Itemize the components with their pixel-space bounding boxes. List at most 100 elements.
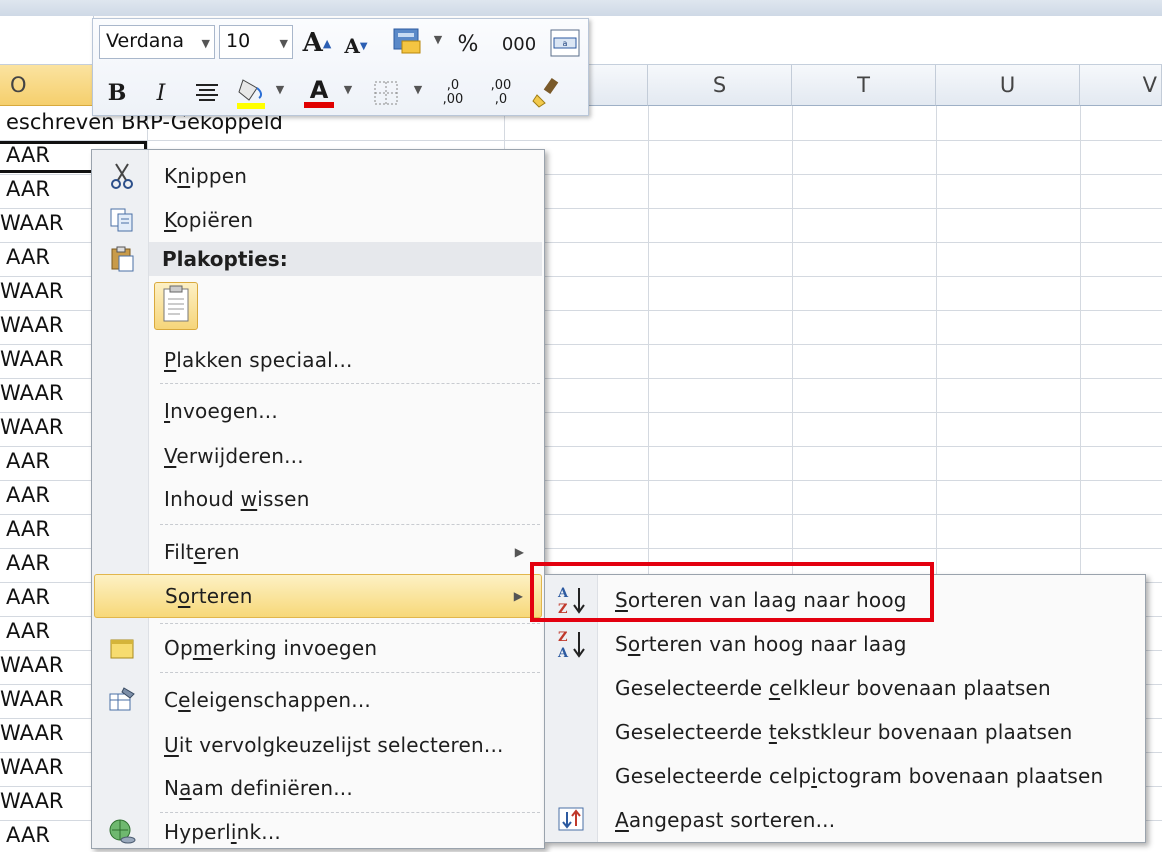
submenu-item-label: Geselecteerde celpictogram bovenaan plaa…	[615, 764, 1104, 788]
comment-icon	[110, 639, 134, 659]
increase-decimal-top: ,0	[446, 78, 460, 93]
menu-item-pick-from-list[interactable]: Uit vervolgkeuzelijst selecteren...	[94, 725, 542, 765]
chevron-down-icon[interactable]: ▼	[341, 83, 355, 96]
decrease-decimal-button[interactable]: ,00 ,0	[481, 75, 521, 111]
menu-separator	[160, 524, 540, 525]
menu-item-label: Knippen	[164, 164, 248, 188]
percent-button[interactable]: %	[453, 29, 483, 59]
menu-item-label: Verwijderen...	[164, 444, 304, 468]
submenu-arrow-icon: ▶	[514, 545, 524, 559]
menu-item-sort[interactable]: Sorteren ▶	[94, 574, 542, 618]
chevron-down-icon[interactable]: ▼	[280, 37, 288, 50]
cell[interactable]: AAR	[6, 449, 50, 473]
italic-button[interactable]: I	[147, 77, 175, 109]
paste-icon	[111, 246, 134, 272]
up-arrow-icon: ▲	[322, 36, 332, 50]
cell[interactable]: AAR	[6, 619, 50, 643]
shrink-font-button[interactable]: A ▼	[341, 31, 371, 61]
menu-separator	[160, 672, 540, 673]
paste-option-button[interactable]	[154, 282, 198, 330]
borders-button[interactable]	[369, 77, 403, 109]
merge-center-button[interactable]: a	[548, 27, 582, 59]
submenu-item-sort-descending[interactable]: Z A Sorteren van hoog naar laag	[547, 623, 1143, 665]
svg-text:a: a	[563, 39, 568, 48]
align-center-button[interactable]	[191, 77, 223, 109]
menu-separator	[160, 623, 540, 624]
menu-item-insert-comment[interactable]: Opmerking invoegen	[94, 628, 542, 668]
grow-font-button[interactable]: A ▲	[301, 27, 333, 59]
cell[interactable]: WAAR	[0, 279, 64, 303]
submenu-arrow-icon: ▶	[513, 589, 523, 603]
globe-link-icon	[109, 819, 136, 844]
thousands-separator-button[interactable]: 000	[499, 29, 539, 59]
cell[interactable]: WAAR	[0, 313, 64, 337]
cell[interactable]: AAR	[6, 551, 50, 575]
format-painter-table-icon	[393, 28, 421, 54]
font-size-value: 10	[226, 30, 251, 52]
submenu-item-label: Geselecteerde tekstkleur bovenaan plaats…	[615, 720, 1073, 744]
submenu-item-cell-icon-top[interactable]: Geselecteerde celpictogram bovenaan plaa…	[547, 755, 1143, 797]
menu-item-format-cells[interactable]: Celeigenschappen...	[94, 680, 542, 720]
fill-color-button[interactable]	[233, 75, 269, 111]
name-box[interactable]	[0, 16, 94, 64]
cell[interactable]: AAR	[6, 483, 50, 507]
scissors-icon	[111, 163, 133, 189]
menu-item-define-name[interactable]: Naam definiëren...	[94, 768, 542, 808]
submenu-item-custom-sort[interactable]: Aangepast sorteren...	[547, 799, 1143, 841]
chevron-down-icon[interactable]: ▼	[431, 33, 445, 46]
menu-item-label: Inhoud wissen	[164, 487, 310, 511]
submenu-item-font-color-top[interactable]: Geselecteerde tekstkleur bovenaan plaats…	[547, 711, 1143, 753]
cell[interactable]: WAAR	[0, 381, 64, 405]
menu-item-insert[interactable]: Invoegen...	[94, 391, 542, 431]
cell[interactable]: WAAR	[0, 211, 64, 235]
cell[interactable]: WAAR	[0, 653, 64, 677]
menu-item-delete[interactable]: Verwijderen...	[94, 436, 542, 476]
cell[interactable]: WAAR	[0, 721, 64, 745]
cell-styles-button[interactable]	[389, 25, 429, 59]
cell[interactable]: WAAR	[0, 687, 64, 711]
cell[interactable]: AAR	[6, 585, 50, 609]
down-arrow-icon: ▼	[359, 40, 368, 52]
decrease-decimal-bottom: ,0	[494, 92, 508, 107]
format-painter-button[interactable]	[529, 75, 565, 111]
font-size-combo[interactable]: 10 ▼	[219, 25, 293, 59]
menu-item-label: Uit vervolgkeuzelijst selecteren...	[164, 733, 504, 757]
column-header-v[interactable]: V	[1080, 65, 1162, 106]
menu-item-label: Hyperlink...	[164, 820, 281, 844]
cell[interactable]: WAAR	[0, 415, 64, 439]
menu-item-label: Kopiëren	[164, 208, 254, 232]
menu-item-copy[interactable]: Kopiëren	[94, 200, 542, 240]
submenu-item-label: Geselecteerde celkleur bovenaan plaatsen	[615, 676, 1051, 700]
cell[interactable]: AAR	[6, 177, 50, 201]
submenu-item-cell-color-top[interactable]: Geselecteerde celkleur bovenaan plaatsen	[547, 667, 1143, 709]
menu-item-label: Celeigenschappen...	[164, 688, 371, 712]
menu-item-label: Invoegen...	[164, 399, 278, 423]
brush-icon	[532, 77, 559, 108]
cell[interactable]: AAR	[6, 823, 50, 847]
cell[interactable]: AAR	[6, 517, 50, 541]
bold-button[interactable]: B	[103, 77, 131, 109]
increase-decimal-button[interactable]: ,0 ,00	[433, 75, 473, 111]
menu-item-filter[interactable]: Filteren ▶	[94, 532, 542, 572]
column-header-s[interactable]: S	[648, 65, 792, 106]
cell[interactable]: AAR	[6, 143, 50, 167]
menu-item-label: Plakken speciaal...	[164, 348, 353, 372]
chevron-down-icon[interactable]: ▼	[202, 37, 210, 50]
font-name-combo[interactable]: Verdana ▼	[99, 25, 215, 59]
menu-item-clear-contents[interactable]: Inhoud wissen	[94, 479, 542, 519]
chevron-down-icon[interactable]: ▼	[273, 83, 287, 96]
menu-separator	[160, 383, 540, 384]
column-header-t[interactable]: T	[792, 65, 936, 106]
column-header-u[interactable]: U	[936, 65, 1080, 106]
menu-item-paste-special[interactable]: Plakken speciaal...	[94, 340, 542, 380]
cell[interactable]: AAR	[6, 245, 50, 269]
cell[interactable]: WAAR	[0, 789, 64, 813]
chevron-down-icon[interactable]: ▼	[411, 83, 425, 96]
menu-item-label: Naam definiëren...	[164, 776, 353, 800]
font-color-button[interactable]: A	[301, 75, 337, 111]
cell[interactable]: WAAR	[0, 347, 64, 371]
cell[interactable]: WAAR	[0, 755, 64, 779]
menu-item-hyperlink[interactable]: Hyperlink...	[94, 812, 542, 852]
menu-item-cut[interactable]: Knippen	[94, 156, 542, 196]
custom-sort-icon	[558, 807, 584, 831]
